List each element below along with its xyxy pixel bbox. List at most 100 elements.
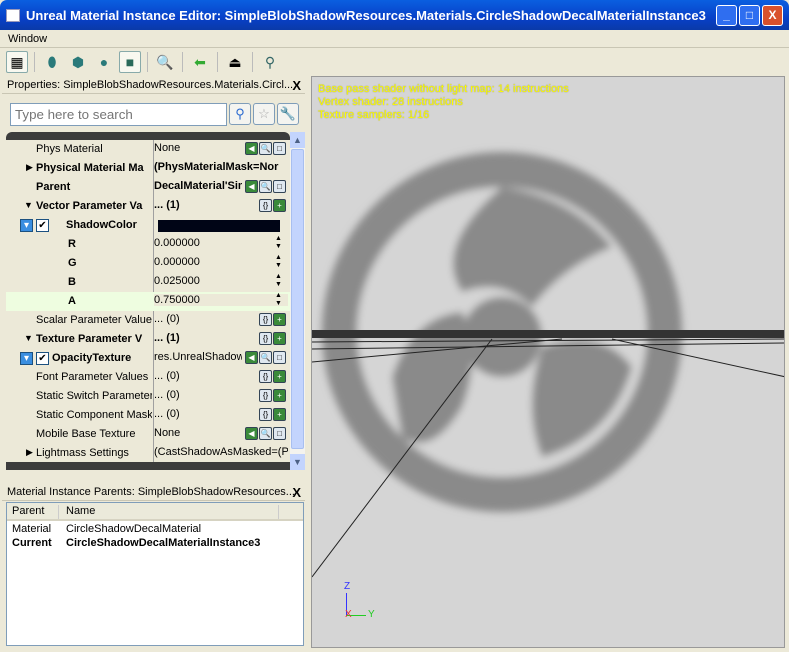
property-row[interactable]: ▼ Vector Parameter Va... (1){} + (6, 197, 290, 216)
property-name: Physical Material Ma (36, 162, 144, 174)
maximize-button[interactable]: □ (739, 5, 760, 26)
empty-array-icon[interactable]: {} (259, 332, 272, 345)
property-value[interactable]: (CastShadowAsMasked=(Pa (154, 446, 288, 458)
cylinder-icon[interactable]: ⬮ (41, 51, 63, 73)
toolbar: ▦ ⬮ ⬢ ● ■ 🔍 ⬅ ⏏ ⚲ (0, 48, 789, 76)
browse-icon[interactable]: 🔍 (259, 142, 272, 155)
property-row[interactable]: Font Parameter Values... (0){} + (6, 368, 290, 387)
browse-icon[interactable]: 🔍 (259, 180, 272, 193)
property-row[interactable]: Static Component Mask... (0){} + (6, 406, 290, 425)
use-selected-icon[interactable]: ◀ (245, 142, 258, 155)
realtime-icon[interactable]: ⏏ (224, 51, 246, 73)
options-wrench-icon[interactable]: 🔧 (277, 103, 299, 125)
find-in-browser-icon[interactable]: 🔍 (154, 51, 176, 73)
empty-array-icon[interactable]: {} (259, 313, 272, 326)
override-toggle[interactable]: ▾ (20, 352, 33, 365)
property-value[interactable]: 0.750000 (154, 294, 288, 306)
enable-checkbox[interactable]: ✔ (36, 219, 49, 232)
back-arrow-icon[interactable]: ⬅ (189, 51, 211, 73)
add-item-icon[interactable]: + (273, 389, 286, 402)
property-row[interactable]: Static Switch Parameter... (0){} + (6, 387, 290, 406)
collapse-arrow-icon[interactable]: ▼ (24, 200, 33, 210)
properties-close-button[interactable]: X (292, 78, 301, 93)
property-value[interactable]: 0.000000 (154, 256, 288, 268)
search-icon[interactable]: ⚲ (229, 103, 251, 125)
property-value[interactable]: 0.025000 (154, 275, 288, 287)
empty-array-icon[interactable]: {} (259, 389, 272, 402)
x-label: X (345, 609, 352, 620)
property-row[interactable]: ▼ Texture Parameter V... (1){} + (6, 330, 290, 349)
property-row[interactable]: Scalar Parameter Values... (0){} + (6, 311, 290, 330)
use-selected-icon[interactable]: ◀ (245, 351, 258, 364)
browse-icon[interactable]: 🔍 (259, 427, 272, 440)
use-selected-icon[interactable]: ◀ (245, 180, 258, 193)
property-row[interactable]: B 0.025000 ▲ ▼ (6, 273, 290, 292)
menu-window[interactable]: Window (8, 33, 47, 45)
use-selected-icon[interactable]: ◀ (245, 427, 258, 440)
scroll-up-icon[interactable]: ▲ (290, 132, 305, 148)
toolbar-separator (217, 52, 218, 72)
property-value[interactable]: 0.000000 (154, 237, 288, 249)
scroll-thumb[interactable] (291, 149, 304, 449)
preview-viewport[interactable]: Base pass shader without light map: 14 i… (311, 76, 785, 648)
spinner-icon[interactable]: ▲ ▼ (275, 235, 284, 251)
property-value[interactable]: (PhysMaterialMask=Nor (154, 161, 288, 173)
show-flags-icon[interactable]: ⚲ (259, 51, 281, 73)
clear-icon[interactable]: □ (273, 142, 286, 155)
add-item-icon[interactable]: + (273, 332, 286, 345)
property-row[interactable]: Phys Material None ◀ 🔍 □ (6, 140, 290, 159)
property-scrollbar[interactable]: ▲ ▼ (290, 132, 305, 470)
column-header-name[interactable]: Name (59, 505, 279, 519)
asset-buttons: ◀ 🔍 □ (245, 180, 286, 193)
add-item-icon[interactable]: + (273, 370, 286, 383)
property-value[interactable]: res.UnrealShadow (154, 351, 242, 363)
property-row[interactable]: ▾ ✔ ShadowColor (6, 216, 290, 235)
scroll-down-icon[interactable]: ▼ (290, 454, 305, 470)
clear-icon[interactable]: □ (273, 427, 286, 440)
minimize-button[interactable]: _ (716, 5, 737, 26)
favorites-star-icon[interactable]: ☆ (253, 103, 275, 125)
empty-array-icon[interactable]: {} (259, 370, 272, 383)
browse-icon[interactable]: 🔍 (259, 351, 272, 364)
grid-icon[interactable]: ▦ (6, 51, 28, 73)
property-name: Lightmass Settings (36, 447, 129, 459)
axis-gizmo: Z X Y (340, 581, 390, 627)
property-row[interactable]: Mobile Base Texture None ◀ 🔍 □ (6, 425, 290, 444)
empty-array-icon[interactable]: {} (259, 199, 272, 212)
property-row[interactable]: ▶ Physical Material Ma (PhysMaterialMask=N… (6, 159, 290, 178)
enable-checkbox[interactable]: ✔ (36, 352, 49, 365)
property-value[interactable]: DecalMaterial'Simpl (154, 180, 242, 192)
property-row[interactable]: R 0.000000 ▲ ▼ (6, 235, 290, 254)
close-button[interactable]: X (762, 5, 783, 26)
color-swatch[interactable] (158, 220, 280, 232)
plane-icon[interactable]: ■ (119, 51, 141, 73)
collapse-arrow-icon[interactable]: ▼ (24, 333, 33, 343)
expand-arrow-icon[interactable]: ▶ (26, 162, 33, 173)
add-item-icon[interactable]: + (273, 408, 286, 421)
parents-close-button[interactable]: X (292, 485, 301, 500)
add-item-icon[interactable]: + (273, 199, 286, 212)
spinner-icon[interactable]: ▲ ▼ (275, 273, 284, 289)
clear-icon[interactable]: □ (273, 351, 286, 364)
property-row[interactable]: ▶ Lightmass Settings (CastShadowAsMasked=(… (6, 444, 290, 463)
y-label: Y (368, 609, 375, 620)
property-row[interactable]: Parent DecalMaterial'Simpl◀🔍□ (6, 178, 290, 197)
sphere-icon[interactable]: ● (93, 51, 115, 73)
property-row[interactable]: ▾ ✔ OpacityTexture res.UnrealShadow ◀ 🔍 □ (6, 349, 290, 368)
list-item[interactable]: Current CircleShadowDecalMaterialInstance… (7, 537, 303, 551)
property-row[interactable]: G 0.000000 ▲ ▼ (6, 254, 290, 273)
spinner-icon[interactable]: ▲ ▼ (275, 292, 284, 308)
property-name: ShadowColor (66, 219, 137, 231)
clear-icon[interactable]: □ (273, 180, 286, 193)
array-buttons: {} + (259, 408, 286, 421)
override-toggle[interactable]: ▾ (20, 219, 33, 232)
spinner-icon[interactable]: ▲ ▼ (275, 254, 284, 270)
expand-arrow-icon[interactable]: ▶ (26, 447, 33, 458)
column-header-parent[interactable]: Parent (7, 505, 59, 519)
search-input[interactable] (10, 103, 227, 126)
add-item-icon[interactable]: + (273, 313, 286, 326)
empty-array-icon[interactable]: {} (259, 408, 272, 421)
cube-icon[interactable]: ⬢ (67, 51, 89, 73)
list-item[interactable]: Material CircleShadowDecalMaterial (7, 523, 303, 537)
property-row[interactable]: A 0.750000 ▲ ▼ (6, 292, 290, 311)
